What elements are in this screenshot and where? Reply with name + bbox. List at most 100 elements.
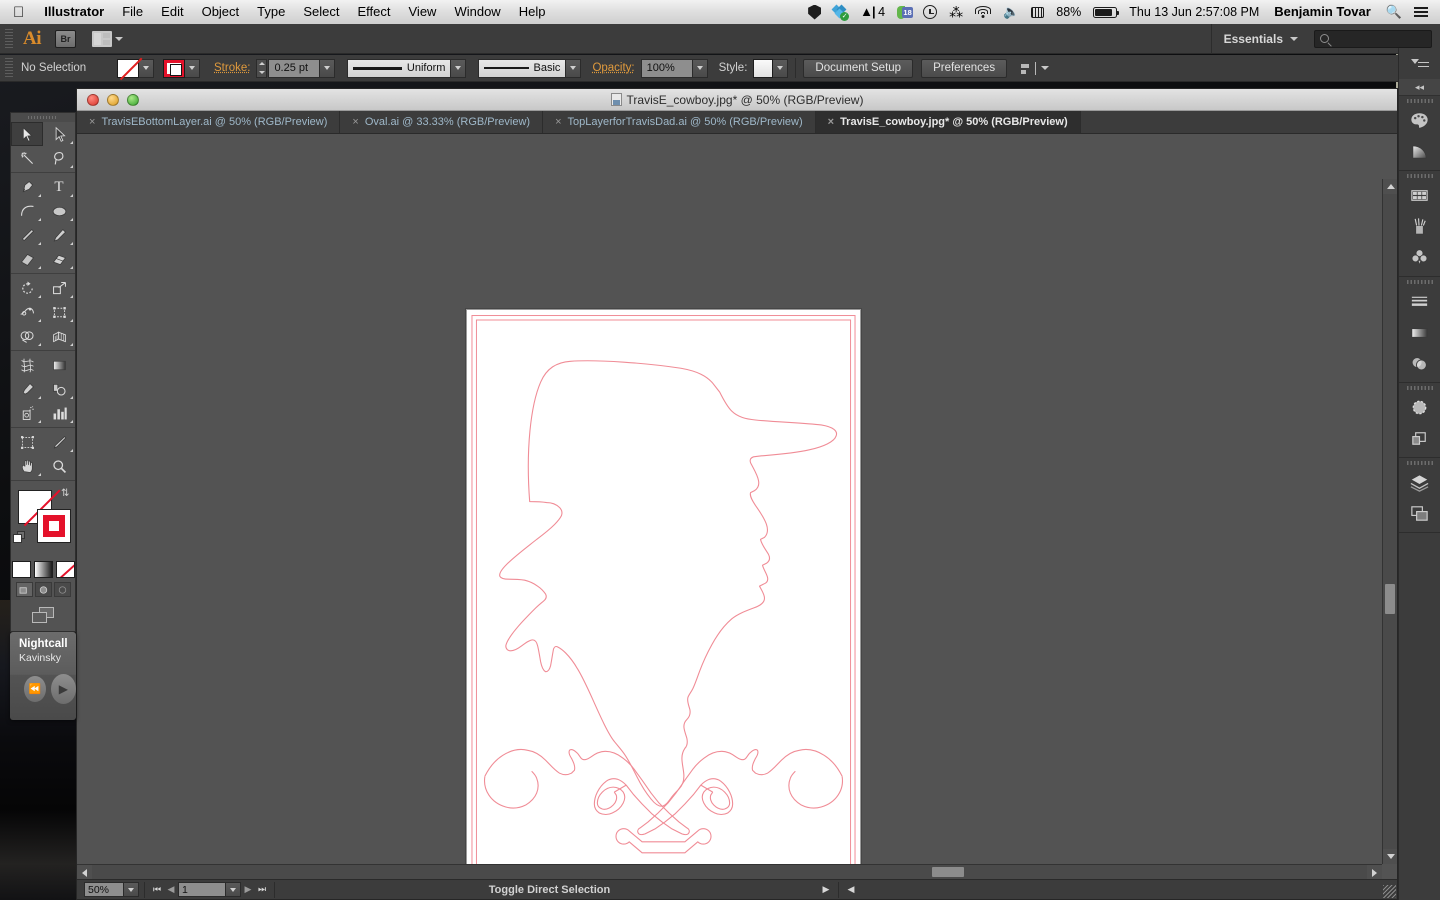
panel-group-grip[interactable] (1399, 171, 1440, 180)
menu-select[interactable]: Select (294, 0, 348, 24)
menubar-datetime[interactable]: Thu 13 Jun 2:57:08 PM (1123, 0, 1265, 24)
menu-view[interactable]: View (400, 0, 446, 24)
gradient-panel-icon[interactable] (1399, 317, 1440, 348)
perspective-grid-tool[interactable] (43, 324, 75, 348)
type-tool[interactable]: T (43, 175, 75, 199)
blend-tool[interactable] (43, 377, 75, 401)
artboard-tool[interactable] (11, 430, 43, 454)
stroke-profile-field[interactable]: Uniform (347, 58, 452, 78)
align-control[interactable] (1021, 61, 1050, 75)
direct-selection-tool[interactable] (43, 122, 75, 146)
menu-window[interactable]: Window (445, 0, 509, 24)
appearance-panel-icon[interactable] (1399, 392, 1440, 423)
first-page-icon[interactable]: ⏮ (150, 882, 164, 897)
panel-group-grip[interactable] (1399, 277, 1440, 286)
graphic-style-swatch[interactable] (753, 58, 774, 78)
slice-tool[interactable] (43, 430, 75, 454)
layers-panel-icon[interactable] (1399, 467, 1440, 498)
tools-panel-grip[interactable] (11, 113, 75, 122)
color-guide-panel-icon[interactable] (1399, 136, 1440, 167)
menu-file[interactable]: File (113, 0, 152, 24)
symbols-panel-icon[interactable] (1399, 242, 1440, 273)
audio-meter-icon[interactable]: ▲| 4 (854, 0, 891, 24)
transparency-panel-icon[interactable] (1399, 348, 1440, 379)
scroll-down-button[interactable] (1383, 849, 1397, 864)
close-icon[interactable]: × (828, 116, 834, 128)
launch-bridge-button[interactable]: Br (55, 29, 76, 48)
window-resize-grip[interactable] (1383, 885, 1396, 898)
stroke-swatch[interactable] (163, 58, 185, 78)
scroll-left-button[interactable] (77, 865, 92, 879)
collapse-panels-icon[interactable]: ◂◂ (1399, 79, 1440, 96)
opacity-dropdown-button[interactable] (692, 58, 708, 78)
fill-dropdown-button[interactable] (139, 58, 154, 78)
evernote-icon[interactable]: 18 (891, 5, 917, 20)
paintbrush-tool[interactable] (11, 223, 43, 247)
volume-icon[interactable]: 🔈 (997, 0, 1025, 24)
vertical-scroll-thumb[interactable] (1385, 584, 1395, 614)
previous-track-icon[interactable]: ⏪ (24, 676, 46, 702)
tab-travise-cowboy[interactable]: × TravisE_cowboy.jpg* @ 50% (RGB/Preview… (815, 111, 1081, 133)
draw-inside-button[interactable] (53, 582, 71, 597)
column-graph-tool[interactable] (43, 401, 75, 425)
document-setup-button[interactable]: Document Setup (803, 58, 914, 78)
menu-object[interactable]: Object (193, 0, 249, 24)
swatches-panel-icon[interactable] (1399, 180, 1440, 211)
default-fill-stroke-icon[interactable] (13, 531, 26, 544)
tab-travise-bottom-layer[interactable]: × TravisEBottomLayer.ai @ 50% (RGB/Previ… (77, 111, 341, 133)
notification-center-icon[interactable] (1408, 6, 1434, 18)
horizontal-scroll-thumb[interactable] (932, 867, 964, 877)
last-page-icon[interactable]: ⏭ (255, 882, 269, 897)
none-mode-button[interactable] (55, 561, 75, 578)
music-player-widget[interactable]: Nightcall Kavinsky ⏪ ▶ (10, 632, 76, 720)
brush-definition-dropdown-button[interactable] (566, 58, 582, 78)
scale-tool[interactable] (43, 276, 75, 300)
selection-tool[interactable] (11, 122, 43, 146)
draw-normal-button[interactable] (15, 582, 33, 597)
artboard[interactable] (466, 309, 861, 879)
blob-brush-tool[interactable] (11, 247, 43, 271)
eyedropper-tool[interactable] (11, 377, 43, 401)
stroke-weight-stepper[interactable] (256, 58, 268, 78)
menu-effect[interactable]: Effect (348, 0, 399, 24)
stroke-weight-label[interactable]: Stroke: (214, 62, 250, 74)
preferences-button[interactable]: Preferences (921, 58, 1008, 78)
hand-tool[interactable] (11, 454, 43, 478)
help-search-field[interactable] (1314, 29, 1432, 48)
rotate-tool[interactable] (11, 276, 43, 300)
mesh-tool[interactable] (11, 353, 43, 377)
pen-tool[interactable] (11, 175, 43, 199)
controlbar-grip[interactable] (5, 58, 13, 78)
magic-wand-tool[interactable] (11, 146, 43, 170)
close-icon[interactable]: × (352, 116, 358, 128)
brushes-panel-icon[interactable] (1399, 211, 1440, 242)
menu-type[interactable]: Type (248, 0, 294, 24)
spotlight-search-icon[interactable]: 🔍 (1380, 0, 1408, 24)
artboards-panel-icon[interactable] (1399, 498, 1440, 529)
workspace-switcher[interactable]: Essentials (1210, 23, 1310, 54)
stroke-dropdown-button[interactable] (185, 58, 200, 78)
fill-control[interactable] (117, 58, 154, 78)
stroke-panel-icon[interactable] (1399, 286, 1440, 317)
gradient-tool[interactable] (43, 353, 75, 377)
canvas-horizontal-scrollbar[interactable] (77, 864, 1382, 879)
scroll-up-button[interactable] (1383, 179, 1397, 194)
color-panel-icon[interactable] (1399, 105, 1440, 136)
arrange-documents-button[interactable] (92, 30, 123, 47)
panel-group-grip[interactable] (1399, 458, 1440, 467)
panel-group-grip[interactable] (1399, 383, 1440, 392)
zoom-level-dropdown-button[interactable] (124, 882, 139, 897)
stroke-color-control[interactable] (163, 58, 200, 78)
play-icon[interactable]: ▶ (50, 674, 76, 704)
scroll-right-button[interactable] (1367, 865, 1382, 879)
artboard-number-field[interactable]: 1 (178, 882, 226, 897)
swap-fill-stroke-icon[interactable]: ⇅ (61, 488, 72, 499)
ellipse-tool[interactable] (43, 199, 75, 223)
eraser-tool[interactable] (43, 247, 75, 271)
dropbox-icon[interactable]: ✓ (827, 4, 854, 21)
color-mode-button[interactable] (11, 561, 31, 578)
stroke-weight-field[interactable]: 0.25 pt (268, 58, 321, 78)
tab-top-layer-for-travis-dad[interactable]: × TopLayerforTravisDad.ai @ 50% (RGB/Pre… (543, 111, 816, 133)
bluetooth-icon[interactable]: ⁂ (943, 0, 969, 24)
close-icon[interactable]: × (89, 116, 95, 128)
